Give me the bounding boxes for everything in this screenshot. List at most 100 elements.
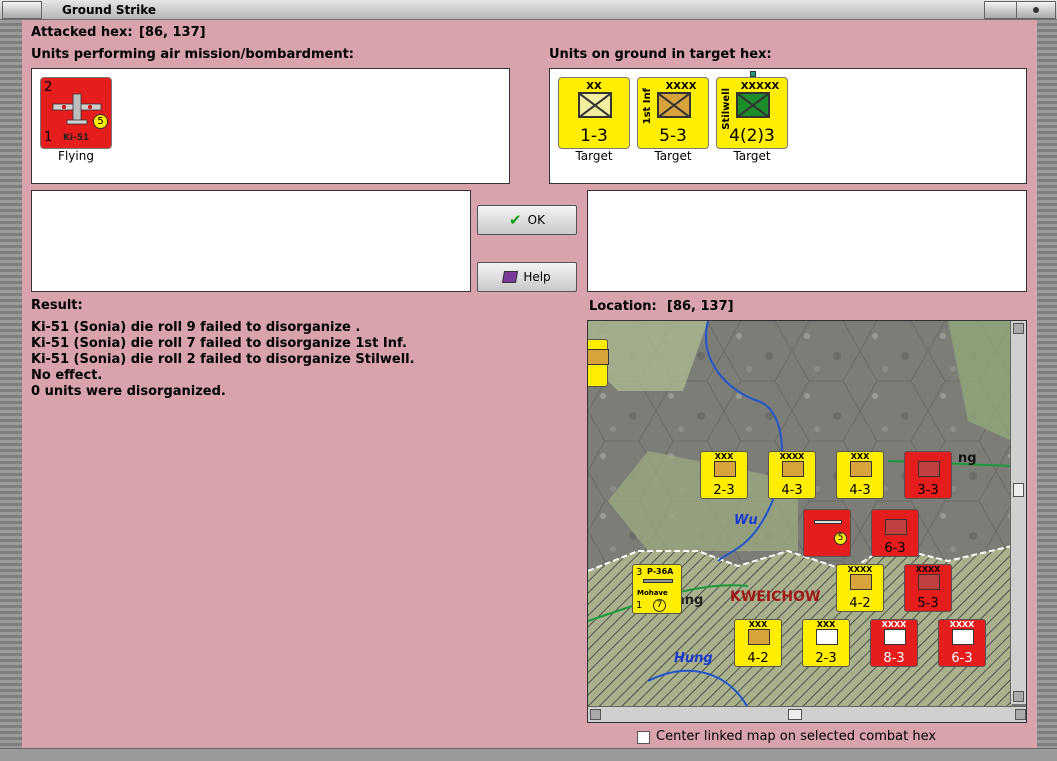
air-units-panel: 2 5 1 Ki-51 Flying xyxy=(31,68,510,184)
infantry-symbol-icon xyxy=(850,574,872,590)
map-counter[interactable]: XXXX 4-2 xyxy=(836,564,884,612)
unit-size-mark: XXXX xyxy=(847,565,873,574)
checkmark-icon: ✔ xyxy=(509,211,522,229)
map-counter[interactable]: XXX 4-2 xyxy=(734,619,782,667)
map-counter[interactable]: 6-3 xyxy=(871,509,919,557)
infantry-symbol-icon xyxy=(736,92,770,118)
left-frame xyxy=(0,20,22,761)
title-bar[interactable]: Ground Strike xyxy=(0,0,1057,20)
dialog-content: Attacked hex: [86, 137] Units performing… xyxy=(22,20,1037,748)
location-map[interactable]: Wu Hung KWEICHOW ang ng XXX 2-3 XXXX 4-3… xyxy=(587,320,1027,723)
infantry-symbol-icon xyxy=(816,629,838,645)
map-counter-edge[interactable] xyxy=(588,339,609,387)
map-horizontal-scrollbar[interactable] xyxy=(588,706,1026,722)
map-air-counter-enemy[interactable]: 5 xyxy=(803,509,851,557)
window-menu-button[interactable] xyxy=(2,1,42,19)
ok-button[interactable]: ✔ OK xyxy=(477,205,577,235)
hq-marker-icon xyxy=(750,71,756,77)
unit-size-mark: XXXX xyxy=(881,620,907,629)
help-button-label: Help xyxy=(523,270,551,284)
scroll-left-icon[interactable] xyxy=(590,709,601,720)
scroll-up-icon[interactable] xyxy=(1013,323,1024,334)
unit-size-mark: XXXX xyxy=(949,620,975,629)
unit-size-mark: XXXXX xyxy=(740,81,780,92)
unit-size-mark: XXXX xyxy=(665,81,697,92)
map-counter[interactable]: 3-3 xyxy=(904,451,952,499)
scroll-thumb[interactable] xyxy=(788,709,802,720)
map-counter[interactable]: XXX 2-3 xyxy=(700,451,748,499)
help-button[interactable]: Help xyxy=(477,262,577,292)
infantry-symbol-icon xyxy=(918,461,940,477)
infantry-symbol-icon xyxy=(714,461,736,477)
air-rating-badge: 5 xyxy=(834,532,847,545)
map-counter[interactable]: XXX 2-3 xyxy=(802,619,850,667)
air-unit-counter[interactable]: 2 5 1 Ki-51 xyxy=(40,77,112,149)
scroll-down-icon[interactable] xyxy=(1013,691,1024,702)
scroll-thumb[interactable] xyxy=(1013,483,1024,497)
maximize-button[interactable] xyxy=(1016,1,1056,19)
unit-vertical-name: Stilwell xyxy=(721,88,732,130)
air-units-label: Units performing air mission/bombardment… xyxy=(31,47,355,62)
map-city-label: ng xyxy=(958,451,977,466)
ground-units-label: Units on ground in target hex: xyxy=(549,47,772,62)
infantry-symbol-icon xyxy=(918,574,940,590)
infantry-symbol-icon xyxy=(657,92,691,118)
result-line: No effect. xyxy=(31,368,103,383)
scroll-right-icon[interactable] xyxy=(1015,709,1026,720)
airplane-icon xyxy=(814,520,842,524)
air-pilot: Mohave xyxy=(637,589,668,597)
air-unit-status: Flying xyxy=(58,149,94,163)
ground-units-panel: XX 1-3 Target XXXX 1st Inf 5-3 Target XX… xyxy=(549,68,1027,184)
infantry-symbol-icon xyxy=(782,461,804,477)
unit-strength: 5-3 xyxy=(659,126,687,146)
ground-unit-status-2: Target xyxy=(654,149,692,163)
map-counter[interactable]: XXXX 6-3 xyxy=(938,619,986,667)
air-bottom-left: 1 xyxy=(636,600,643,611)
map-counter[interactable]: XXXX 8-3 xyxy=(870,619,918,667)
attacked-hex-label: Attacked hex: xyxy=(31,25,133,40)
map-vertical-scrollbar[interactable] xyxy=(1010,321,1026,704)
location-value: [86, 137] xyxy=(667,299,734,314)
air-unit-rating-badge: 5 xyxy=(93,114,108,129)
map-province-label: KWEICHOW xyxy=(730,589,821,605)
map-counter[interactable]: XXXX 5-3 xyxy=(904,564,952,612)
map-counter[interactable]: XXX 4-3 xyxy=(836,451,884,499)
infantry-symbol-icon xyxy=(748,629,770,645)
help-book-icon xyxy=(502,271,519,283)
ground-unit-counter-2[interactable]: XXXX 1st Inf 5-3 xyxy=(637,77,709,149)
result-line: Ki-51 (Sonia) die roll 9 failed to disor… xyxy=(31,320,361,335)
result-label: Result: xyxy=(31,298,83,313)
result-line: Ki-51 (Sonia) die roll 7 failed to disor… xyxy=(31,336,407,351)
air-rating-badge: 7 xyxy=(653,599,666,612)
ok-button-label: OK xyxy=(527,213,545,227)
ground-unit-status-1: Target xyxy=(575,149,613,163)
right-frame xyxy=(1037,20,1057,761)
unit-strength: 6-3 xyxy=(884,541,906,556)
result-line: Ki-51 (Sonia) die roll 2 failed to disor… xyxy=(31,352,415,367)
air-name: P-36A xyxy=(647,567,674,576)
unit-strength: 8-3 xyxy=(883,651,905,666)
center-map-checkbox[interactable] xyxy=(637,731,650,744)
ground-unit-counter-1[interactable]: XX 1-3 xyxy=(558,77,630,149)
unit-size-mark: XXXX xyxy=(779,452,805,461)
infantry-symbol-icon xyxy=(885,519,907,535)
infantry-symbol-icon xyxy=(588,349,609,365)
infantry-symbol-icon xyxy=(884,629,906,645)
infantry-symbol-icon xyxy=(578,92,612,118)
window-dot-icon xyxy=(1033,7,1039,13)
map-counter[interactable]: XXXX 4-3 xyxy=(768,451,816,499)
infantry-symbol-icon xyxy=(952,629,974,645)
map-river-wu: Wu xyxy=(734,513,758,528)
unit-size-mark: XXX xyxy=(816,620,836,629)
unit-strength: 6-3 xyxy=(951,651,973,666)
bottom-frame xyxy=(0,748,1057,761)
airplane-icon xyxy=(643,579,673,583)
unit-vertical-name: 1st Inf xyxy=(642,88,653,125)
ground-unit-counter-3[interactable]: XXXXX Stilwell 4(2)3 xyxy=(716,71,788,149)
map-air-counter-allied[interactable]: 3 P-36A Mohave 1 7 xyxy=(632,564,682,614)
unit-size-mark: XXX xyxy=(714,452,734,461)
unit-strength: 4-2 xyxy=(849,596,871,611)
unit-strength: 4-3 xyxy=(781,483,803,498)
unit-strength: 4-2 xyxy=(747,651,769,666)
unit-size-mark: XX xyxy=(586,81,602,92)
